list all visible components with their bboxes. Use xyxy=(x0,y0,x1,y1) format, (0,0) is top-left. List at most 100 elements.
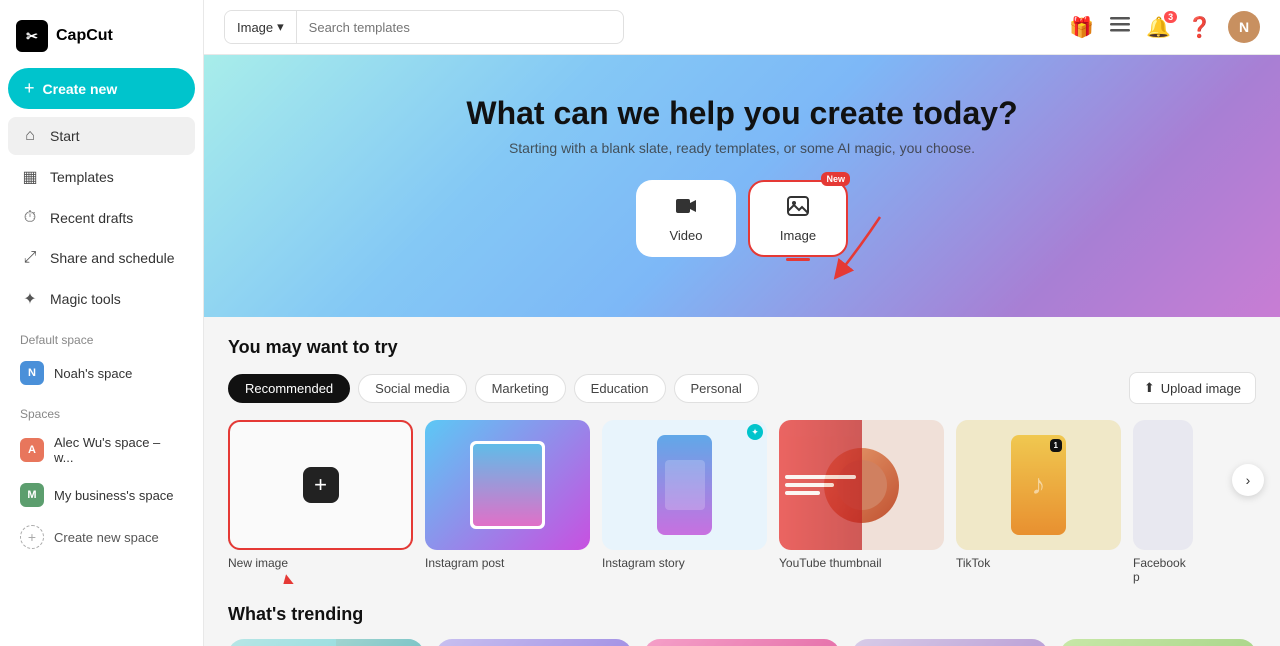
video-icon xyxy=(674,194,698,224)
you-may-try-section: You may want to try Recommended Social m… xyxy=(204,317,1280,604)
filter-tab-social-media[interactable]: Social media xyxy=(358,374,466,403)
upload-icon: ⬆ xyxy=(1144,380,1155,396)
trend-card-ai-mode[interactable]: AI mod... Try now › xyxy=(1060,639,1256,646)
facebook-card-inner xyxy=(1133,420,1193,550)
facebook-label: Facebook p xyxy=(1133,556,1193,584)
logo-icon: ✂ xyxy=(16,20,48,52)
new-image-plus-icon: + xyxy=(303,467,339,503)
filter-tab-recommended[interactable]: Recommended xyxy=(228,374,350,403)
chevron-down-icon: ▾ xyxy=(277,19,284,35)
plus-circle-icon: + xyxy=(20,525,44,549)
gift-icon[interactable]: 🎁 xyxy=(1069,15,1094,40)
upload-image-button[interactable]: ⬆ Upload image xyxy=(1129,372,1256,404)
active-indicator xyxy=(786,258,810,261)
trend-card-text-to-design[interactable]: Text to design: create now, instant WOW … xyxy=(644,639,840,646)
trend-card-background-magic[interactable]: Background magic for products Try now › xyxy=(852,639,1048,646)
sidebar-item-label: Magic tools xyxy=(50,291,121,307)
new-badge: New xyxy=(821,172,850,186)
search-type-label: Image xyxy=(237,20,273,35)
create-space-label: Create new space xyxy=(54,530,159,545)
space-item-noah[interactable]: N Noah's space xyxy=(8,353,195,393)
sidebar-item-start[interactable]: ⌂ Start xyxy=(8,117,195,155)
create-new-button[interactable]: + Create new xyxy=(8,68,195,109)
avatar-m: M xyxy=(20,483,44,507)
sidebar-item-label: Templates xyxy=(50,169,114,185)
search-container: Image ▾ xyxy=(224,10,624,44)
video-tab-label: Video xyxy=(669,228,702,243)
filter-tab-personal[interactable]: Personal xyxy=(674,374,759,403)
template-card-new-image[interactable]: + New image xyxy=(228,420,413,584)
sidebar-item-recent-drafts[interactable]: ⏱ Recent drafts xyxy=(8,199,195,237)
home-icon: ⌂ xyxy=(20,127,40,145)
sidebar-item-label: Recent drafts xyxy=(50,210,133,226)
create-space-button[interactable]: + Create new space xyxy=(8,517,195,557)
template-card-tiktok[interactable]: 1 ♪ TikTok xyxy=(956,420,1121,584)
instagram-story-thumb: ✦ xyxy=(602,420,767,550)
search-input[interactable] xyxy=(297,12,623,43)
trending-grid: Batch edit: your perfect time saver Try … xyxy=(228,639,1256,646)
youtube-thumb xyxy=(779,420,944,550)
instagram-post-thumb xyxy=(425,420,590,550)
avatar-n: N xyxy=(20,361,44,385)
youtube-thumb-card-inner xyxy=(779,420,944,550)
notification-icon[interactable]: 🔔 3 xyxy=(1146,15,1171,40)
space-item-mybusiness[interactable]: M My business's space xyxy=(8,475,195,515)
hero-title: What can we help you create today? xyxy=(224,95,1260,132)
filter-tabs: Recommended Social media Marketing Educa… xyxy=(228,372,1256,404)
hero-subtitle: Starting with a blank slate, ready templ… xyxy=(224,140,1260,156)
menu-icon[interactable] xyxy=(1110,14,1130,40)
template-card-instagram-story[interactable]: ✦ Instagram story xyxy=(602,420,767,584)
trending-section: What's trending Batch edit: your perfect… xyxy=(204,604,1280,646)
instagram-post-label: Instagram post xyxy=(425,556,590,570)
magic-icon: ✦ xyxy=(20,289,40,309)
space-item-alec[interactable]: A Alec Wu's space – w... xyxy=(8,427,195,473)
templates-next-button[interactable]: › xyxy=(1232,464,1264,496)
filter-tab-education[interactable]: Education xyxy=(574,374,666,403)
sidebar-item-magic-tools[interactable]: ✦ Magic tools xyxy=(8,279,195,319)
tiktok-card-inner: 1 ♪ xyxy=(956,420,1121,550)
space-label: Alec Wu's space – w... xyxy=(54,435,183,465)
templates-grid-wrapper: + New image xyxy=(228,420,1256,584)
sidebar-item-label: Start xyxy=(50,128,80,144)
template-card-facebook[interactable]: Facebook p xyxy=(1133,420,1193,584)
main-content: Image ▾ 🎁 🔔 3 ❓ N What can we help you c… xyxy=(204,0,1280,646)
share-icon: ⤢ xyxy=(20,249,40,267)
tiktok-label: TikTok xyxy=(956,556,1121,570)
templates-grid: + New image xyxy=(228,420,1256,584)
sidebar-item-share-schedule[interactable]: ⤢ Share and schedule xyxy=(8,239,195,277)
content-area: What can we help you create today? Start… xyxy=(204,55,1280,646)
template-card-youtube-thumbnail[interactable]: YouTube thumbnail xyxy=(779,420,944,584)
logo: ✂ CapCut xyxy=(8,12,195,68)
clock-icon: ⏱ xyxy=(20,209,40,227)
topbar: Image ▾ 🎁 🔔 3 ❓ N xyxy=(204,0,1280,55)
image-icon xyxy=(786,194,810,224)
spaces-label: Spaces xyxy=(8,395,195,427)
new-image-card-inner: + xyxy=(228,420,413,550)
you-may-try-title: You may want to try xyxy=(228,337,1256,358)
topbar-icons: 🎁 🔔 3 ❓ N xyxy=(1069,11,1260,43)
filter-tab-marketing[interactable]: Marketing xyxy=(475,374,566,403)
plus-icon: + xyxy=(24,78,35,99)
sidebar-item-templates[interactable]: ▦ Templates xyxy=(8,157,195,197)
notification-badge: 3 xyxy=(1164,11,1177,23)
space-label: My business's space xyxy=(54,488,174,503)
sidebar: ✂ CapCut + Create new ⌂ Start ▦ Template… xyxy=(0,0,204,646)
default-space-label: Default space xyxy=(8,321,195,353)
trend-card-batch-edit[interactable]: Batch edit: your perfect time saver Try … xyxy=(228,639,424,646)
image-tab-label: Image xyxy=(780,228,816,243)
template-card-instagram-post[interactable]: Instagram post xyxy=(425,420,590,584)
trend-card-text-to-image[interactable]: Text to image: paint with your words Try… xyxy=(436,639,632,646)
logo-text: CapCut xyxy=(56,27,113,45)
youtube-thumb-label: YouTube thumbnail xyxy=(779,556,944,570)
instagram-post-card-inner xyxy=(425,420,590,550)
help-icon[interactable]: ❓ xyxy=(1187,15,1212,40)
tiktok-thumb: 1 ♪ xyxy=(956,420,1121,550)
hero-banner: What can we help you create today? Start… xyxy=(204,55,1280,317)
facebook-thumb xyxy=(1133,420,1193,550)
new-image-label: New image xyxy=(228,556,413,570)
hero-tab-video[interactable]: Video xyxy=(636,180,736,257)
user-avatar[interactable]: N xyxy=(1228,11,1260,43)
hero-tab-image[interactable]: New Image xyxy=(748,180,848,257)
trending-title: What's trending xyxy=(228,604,1256,625)
search-type-dropdown[interactable]: Image ▾ xyxy=(225,11,297,43)
